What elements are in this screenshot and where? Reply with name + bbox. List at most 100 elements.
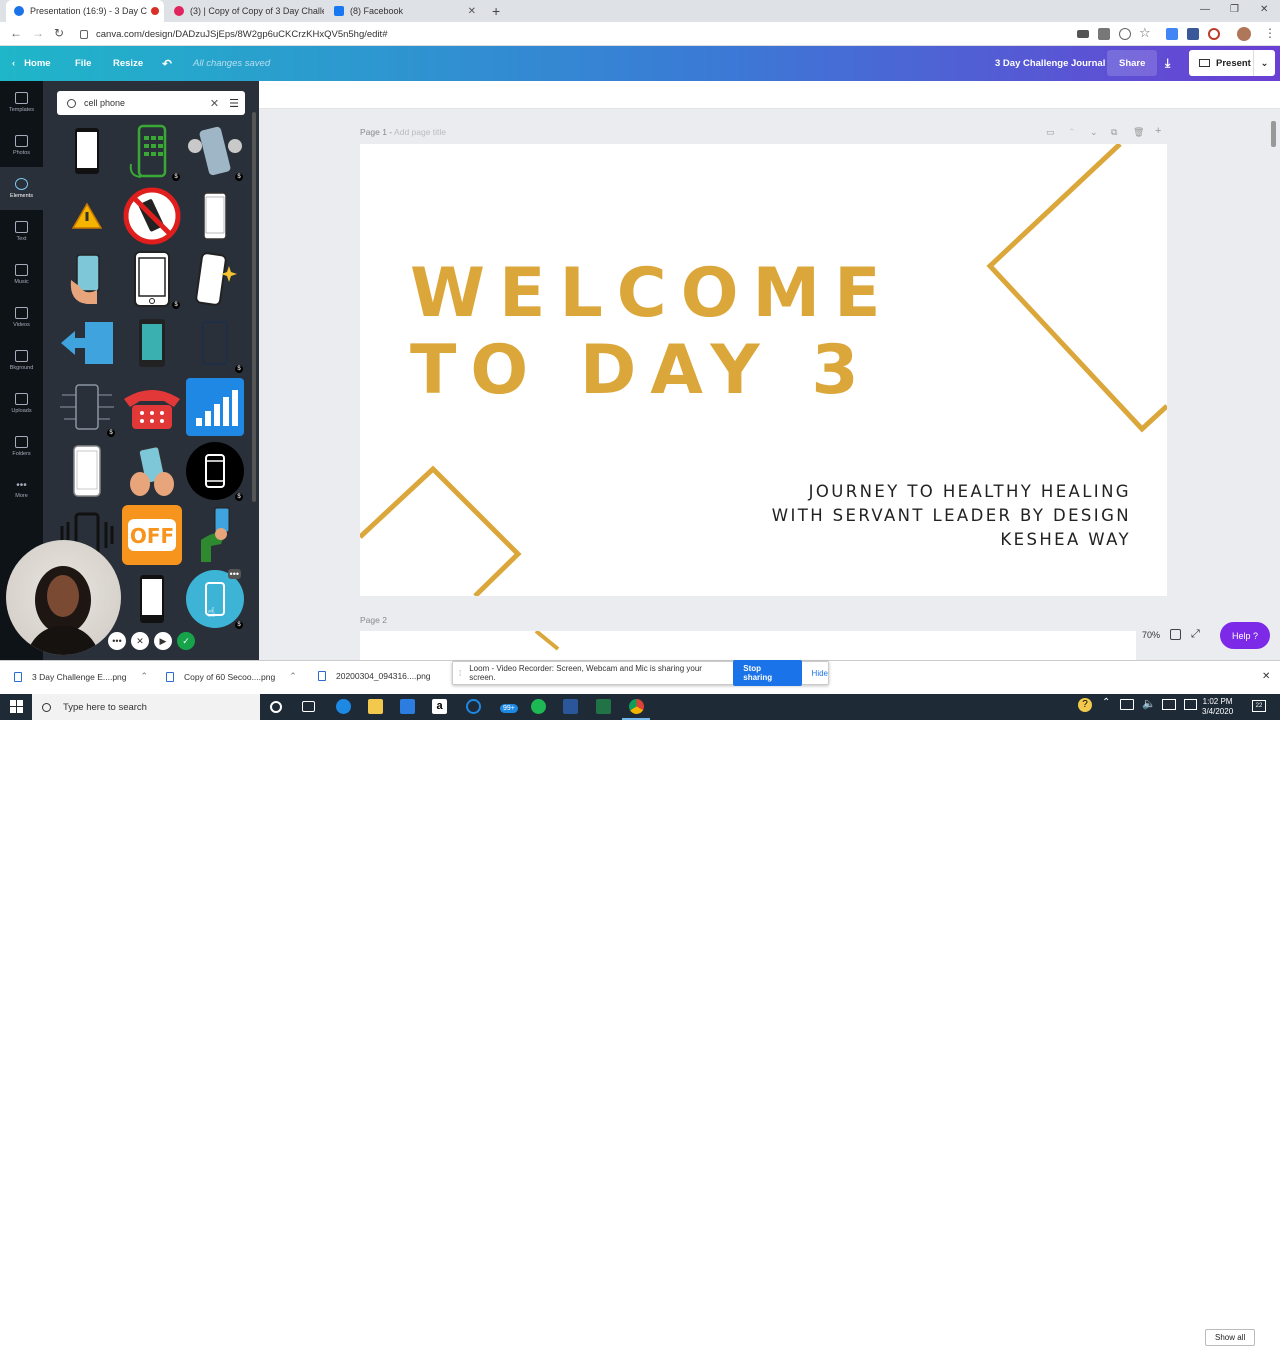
edge-browser-icon[interactable] — [336, 699, 351, 714]
sidebar-item-folders[interactable]: Folders — [0, 425, 43, 468]
camera-icon[interactable] — [1077, 30, 1089, 38]
profile-avatar[interactable] — [1237, 27, 1251, 41]
chrome-icon[interactable] — [629, 699, 644, 714]
cortana-icon[interactable] — [270, 701, 282, 713]
signal-bars-element[interactable] — [185, 377, 245, 437]
sidebar-item-uploads[interactable]: Uploads — [0, 382, 43, 425]
white-phone-element[interactable] — [185, 186, 245, 246]
network-icon[interactable] — [1120, 699, 1134, 710]
no-phone-element[interactable] — [122, 186, 182, 246]
download-item[interactable]: Copy of 60 Secoo....png ⌃ — [166, 671, 297, 682]
hand-raising-phone-element[interactable] — [185, 505, 245, 565]
phone-element[interactable] — [57, 121, 117, 181]
browser-menu-icon[interactable]: ⋮ — [1264, 26, 1276, 40]
amazon-icon[interactable]: a — [432, 699, 447, 714]
file-explorer-icon[interactable] — [368, 699, 383, 714]
url-field[interactable]: canva.com/design/DADzuJSjEps/8W2gp6uCKCr… — [74, 25, 1074, 43]
delete-page-icon[interactable]: 🗑 — [1133, 127, 1144, 138]
sidebar-item-photos[interactable]: Photos — [0, 124, 43, 167]
back-icon[interactable]: ← — [10, 26, 22, 40]
black-phone-element[interactable] — [122, 569, 182, 629]
facebook-extension-icon[interactable] — [1187, 28, 1199, 40]
internet-explorer-icon[interactable] — [466, 699, 481, 714]
more-options-icon[interactable]: ••• — [108, 632, 126, 650]
undo-icon[interactable]: ↶ — [162, 46, 172, 81]
hand-holding-phone-element[interactable] — [57, 249, 117, 309]
volume-icon[interactable]: 🔈 — [1142, 697, 1156, 710]
resize-button[interactable]: Resize — [113, 46, 143, 81]
word-icon[interactable] — [563, 699, 578, 714]
close-window-icon[interactable]: ✕ — [1260, 4, 1268, 15]
zoom-icon[interactable] — [1119, 28, 1131, 40]
help-tray-icon[interactable]: ? — [1078, 698, 1092, 712]
slide-title-line-2[interactable]: TO DAY 3 — [410, 337, 873, 405]
slide-subtitle-line-2[interactable]: WITH SERVANT LEADER BY DESIGN — [772, 506, 1131, 525]
slide-page-2[interactable] — [360, 631, 1136, 660]
search-input[interactable]: cell phone — [84, 98, 210, 108]
extension-icon[interactable] — [1166, 28, 1178, 40]
drag-handle-icon[interactable]: ⁞ — [459, 669, 461, 678]
sidebar-item-templates[interactable]: Templates — [0, 81, 43, 124]
add-page-title-field[interactable]: Add page title — [394, 127, 446, 137]
minimize-window-icon[interactable]: — — [1200, 4, 1210, 15]
present-button[interactable]: Present — [1189, 50, 1261, 76]
clear-search-icon[interactable]: ✕ — [210, 97, 219, 110]
red-telephone-element[interactable] — [122, 377, 182, 437]
help-button[interactable]: Help ? — [1220, 622, 1270, 649]
sparkle-phone-element[interactable] — [185, 249, 245, 309]
sidebar-item-more[interactable]: ••• More — [0, 468, 43, 511]
grid-view-icon[interactable] — [1170, 629, 1182, 640]
browser-tab-copy[interactable]: (3) | Copy of Copy of 3 Day Challe ✕ — [166, 0, 324, 22]
move-up-chevron-icon[interactable]: ⌃ — [1068, 127, 1076, 138]
sidebar-item-elements[interactable]: Elements — [0, 167, 43, 210]
show-all-downloads-button[interactable]: Show all — [1205, 1329, 1256, 1346]
green-phone-element[interactable]: $ — [122, 121, 182, 181]
slide-title-line-1[interactable]: WELCOME — [410, 260, 895, 328]
browser-tab-presentation[interactable]: Presentation (16:9) - 3 Day C ✕ — [6, 0, 164, 22]
task-view-icon[interactable] — [302, 701, 315, 712]
filter-sliders-icon[interactable]: ☰ — [229, 97, 239, 110]
bookmark-star-icon[interactable]: ☆ — [1139, 25, 1151, 41]
sidebar-item-background[interactable]: Bkground — [0, 339, 43, 382]
sidebar-item-music[interactable]: Music — [0, 253, 43, 296]
hands-holding-phone-element[interactable] — [122, 441, 182, 501]
excel-icon[interactable] — [596, 699, 611, 714]
loom-webcam-bubble[interactable] — [6, 540, 121, 655]
dark-phone-element[interactable]: $ — [185, 313, 245, 373]
zoom-level[interactable]: 70% — [1142, 630, 1160, 640]
reload-icon[interactable]: ↻ — [54, 26, 64, 40]
chevron-up-icon[interactable]: ⌃ — [289, 671, 297, 682]
close-downloads-icon[interactable]: ✕ — [1262, 671, 1270, 682]
more-options-icon[interactable]: ••• — [227, 569, 241, 579]
silver-phone-element[interactable] — [57, 441, 117, 501]
notes-icon[interactable]: ▭ — [1046, 127, 1055, 138]
maximize-window-icon[interactable]: ❐ — [1230, 4, 1239, 15]
circuit-phone-element[interactable]: $ — [57, 377, 117, 437]
chevron-up-icon[interactable]: ⌃ — [141, 671, 149, 682]
close-tab-icon[interactable]: ✕ — [462, 6, 476, 17]
download-item[interactable]: 20200304_094316....png — [318, 671, 431, 681]
teal-phone-element[interactable] — [122, 313, 182, 373]
fullscreen-icon[interactable]: ⤢ — [1191, 628, 1200, 641]
home-button[interactable]: ‹ Home — [12, 46, 51, 81]
finish-recording-icon[interactable]: ✓ — [177, 632, 195, 650]
slide-page-1[interactable]: WELCOME TO DAY 3 JOURNEY TO HEALTHY HEAL… — [360, 144, 1167, 596]
keyboard-icon[interactable] — [1184, 699, 1197, 710]
duplicate-page-icon[interactable]: ⧉ — [1111, 127, 1117, 138]
workspace-scrollbar[interactable] — [1271, 121, 1276, 147]
add-page-icon[interactable]: + — [1155, 125, 1161, 137]
warning-sign-element[interactable] — [57, 186, 117, 246]
delete-recording-icon[interactable]: ✕ — [131, 632, 149, 650]
windows-start-icon[interactable] — [10, 700, 23, 713]
new-tab-button[interactable]: + — [492, 3, 500, 19]
arrow-phone-element[interactable] — [57, 313, 117, 373]
clipboard-icon[interactable] — [1098, 28, 1110, 40]
extension-icon[interactable] — [1208, 28, 1220, 40]
stop-sharing-button[interactable]: Stop sharing — [733, 660, 802, 686]
outline-phone-element[interactable]: $ — [122, 249, 182, 309]
thumbs-up-phone-element[interactable]: $ — [185, 121, 245, 181]
off-button-element[interactable]: OFF — [122, 505, 182, 565]
hide-banner-button[interactable]: Hide — [812, 669, 828, 678]
slide-subtitle-line-1[interactable]: JOURNEY TO HEALTHY HEALING — [809, 482, 1131, 501]
taskbar-search-box[interactable]: Type here to search — [32, 694, 260, 720]
